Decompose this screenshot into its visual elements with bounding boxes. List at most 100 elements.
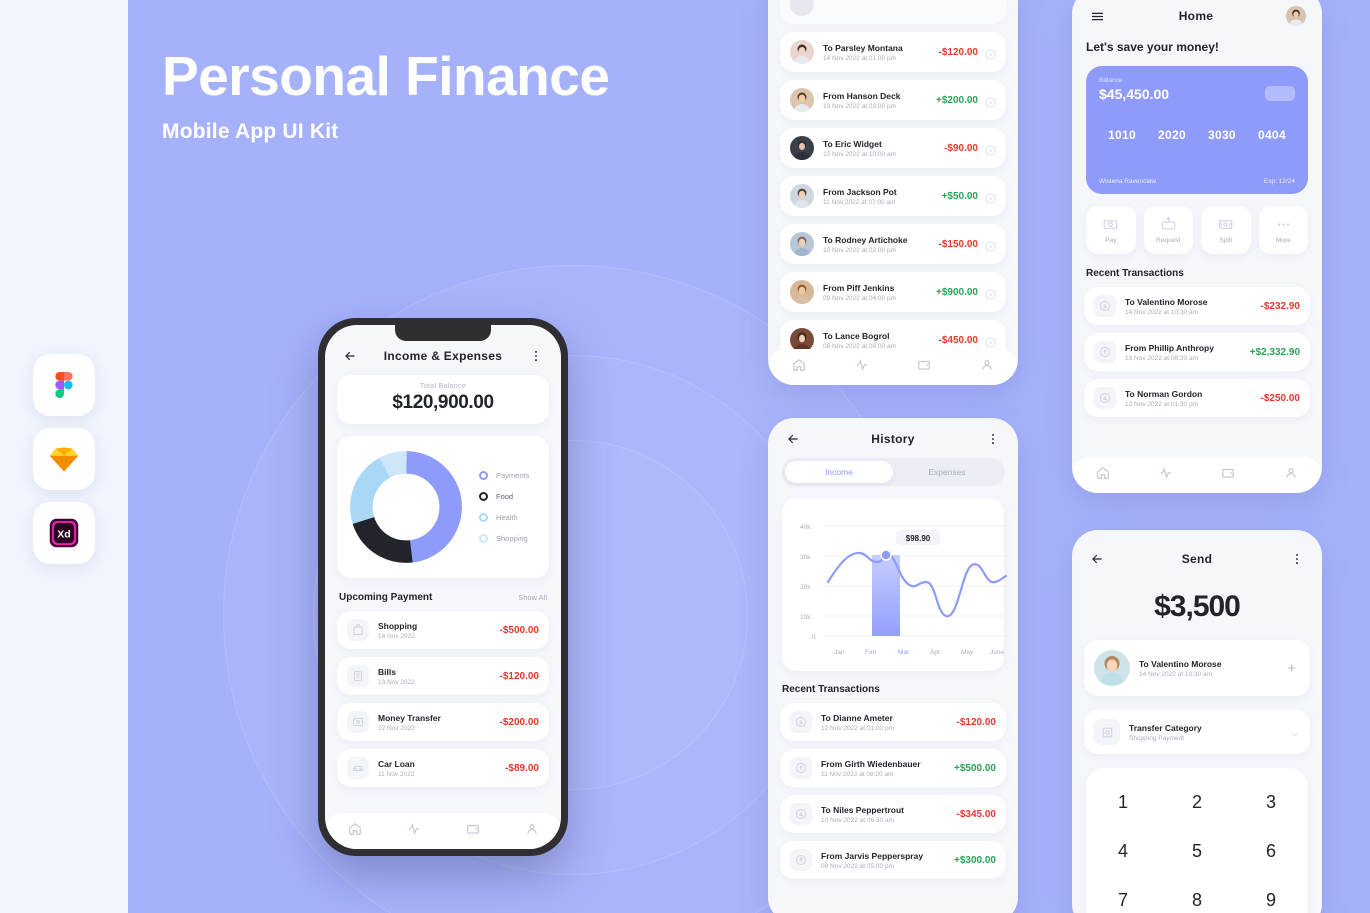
- transaction-date: 13 Nov 2022 at 08:20 am: [1125, 354, 1198, 362]
- legend-item[interactable]: Payments: [479, 471, 539, 480]
- chevron-right-icon[interactable]: [985, 335, 996, 348]
- legend-item[interactable]: Health: [479, 513, 539, 522]
- key-2[interactable]: 2: [1160, 778, 1234, 827]
- figma-icon[interactable]: [33, 354, 95, 416]
- key-5[interactable]: 5: [1160, 827, 1234, 876]
- activity-icon[interactable]: [1159, 466, 1173, 485]
- key-7[interactable]: 7: [1086, 876, 1160, 913]
- legend-label: Payments: [496, 471, 530, 480]
- home-icon[interactable]: [792, 358, 806, 377]
- table-row[interactable]: From Phillip Anthropy 13 Nov 2022 at 08:…: [1084, 333, 1310, 371]
- list-item[interactable]: Bills 13 Nov 2022 -$120.00: [337, 657, 549, 695]
- activity-icon[interactable]: [855, 358, 869, 377]
- transfer-category-row[interactable]: Transfer Category Shopping Payment: [1084, 710, 1310, 754]
- transaction-amount: -$120.00: [938, 46, 978, 58]
- key-4[interactable]: 4: [1086, 827, 1160, 876]
- wallet-icon[interactable]: [917, 358, 931, 377]
- key-6[interactable]: 6: [1234, 827, 1308, 876]
- chevron-right-icon[interactable]: [985, 143, 996, 156]
- transaction-amount: -$120.00: [956, 716, 996, 728]
- table-row[interactable]: To Eric Widget 12 Nov 2022 at 10:00 am -…: [780, 128, 1006, 168]
- key-9[interactable]: 9: [1234, 876, 1308, 913]
- transaction-date: 12 Nov 2022 at 01:30 pm: [1125, 400, 1198, 408]
- tab-expenses[interactable]: Expenses: [893, 461, 1001, 483]
- user-avatar[interactable]: [1285, 6, 1306, 26]
- action-label: Split: [1219, 236, 1233, 244]
- key-3[interactable]: 3: [1234, 778, 1308, 827]
- arrow-left-icon[interactable]: [341, 347, 359, 365]
- home-icon[interactable]: [1096, 466, 1110, 485]
- numeric-keypad: 1 2 3 4 5 6 7 8 9: [1086, 768, 1308, 913]
- transaction-date: 09 Nov 2022 at 05:00 pm: [821, 862, 894, 870]
- sketch-icon[interactable]: [33, 428, 95, 490]
- profile-icon[interactable]: [980, 358, 994, 377]
- avatar: [790, 40, 814, 64]
- wallet-icon[interactable]: [466, 822, 480, 841]
- chevron-right-icon[interactable]: [985, 47, 996, 60]
- adobe-xd-icon[interactable]: Xd: [33, 502, 95, 564]
- table-row[interactable]: To Parsley Montana 14 Nov 2022 at 01:00 …: [780, 32, 1006, 72]
- xtick-mar: Mar: [898, 649, 910, 656]
- xtick-feb: Feb: [865, 649, 877, 656]
- list-item[interactable]: Car Loan 11 Nov 2022 -$89.00: [337, 749, 549, 787]
- key-8[interactable]: 8: [1160, 876, 1234, 913]
- chevron-right-icon[interactable]: [985, 239, 996, 252]
- list-item-partial[interactable]: [780, 0, 1006, 24]
- table-row[interactable]: From Jarvis Pepperspray 09 Nov 2022 at 0…: [780, 841, 1006, 879]
- ytick-20k: 20k: [800, 584, 811, 591]
- activity-icon[interactable]: [407, 822, 421, 841]
- more-button[interactable]: More: [1258, 206, 1308, 254]
- recipient-row[interactable]: To Valentino Morose 14 Nov 2022 at 10:30…: [1084, 640, 1310, 696]
- chevron-right-icon[interactable]: [985, 95, 996, 108]
- avatar: [790, 0, 814, 16]
- transaction-date: 11 Nov 2022 at 07:00 am: [823, 198, 896, 206]
- tab-income[interactable]: Income: [785, 461, 893, 483]
- xtick-apr: Apr: [930, 649, 941, 656]
- transaction-amount: +$200.00: [936, 94, 978, 106]
- request-button[interactable]: Request: [1143, 206, 1193, 254]
- chevron-right-icon[interactable]: [985, 287, 996, 300]
- table-row[interactable]: From Girth Wiedenbauer 11 Nov 2022 at 08…: [780, 749, 1006, 787]
- table-row[interactable]: To Norman Gordon 12 Nov 2022 at 01:30 pm…: [1084, 379, 1310, 417]
- history-transactions-list: To Dianne Ameter 12 Nov 2022 at 01:00 pm…: [768, 703, 1018, 879]
- key-1[interactable]: 1: [1086, 778, 1160, 827]
- list-item[interactable]: Shopping 14 Nov 2022 -$500.00: [337, 611, 549, 649]
- list-item[interactable]: Money Transfer 12 Nov 2022 -$200.00: [337, 703, 549, 741]
- chevron-down-icon[interactable]: [1289, 727, 1300, 738]
- more-vertical-icon[interactable]: [1288, 550, 1306, 568]
- table-row[interactable]: To Dianne Ameter 12 Nov 2022 at 01:00 pm…: [780, 703, 1006, 741]
- avatar: [790, 232, 814, 256]
- table-row[interactable]: From Piff Jenkins 09 Nov 2022 at 04:00 p…: [780, 272, 1006, 312]
- legend-item[interactable]: Food: [479, 492, 539, 501]
- more-vertical-icon[interactable]: [527, 347, 545, 365]
- transaction-date: 13 Nov 2022 at 03:00 pm: [823, 102, 896, 110]
- wallet-icon[interactable]: [1221, 466, 1235, 485]
- hamburger-icon[interactable]: [1088, 7, 1106, 25]
- line-chart: 40k 30k 20k 10k 0 $98.90 Jan Feb Mar Apr…: [800, 524, 1008, 656]
- table-row[interactable]: To Valentino Morose 14 Nov 2022 at 10:30…: [1084, 287, 1310, 325]
- table-row[interactable]: From Hanson Deck 13 Nov 2022 at 03:00 pm…: [780, 80, 1006, 120]
- chevron-right-icon[interactable]: [985, 191, 996, 204]
- bottom-nav: [325, 813, 561, 849]
- table-row[interactable]: To Rodney Artichoke 10 Nov 2022 at 02:00…: [780, 224, 1006, 264]
- section-title: Recent Transactions: [1086, 268, 1184, 279]
- credit-card[interactable]: Balance $45,450.00 1010 2020 3030 0404 W…: [1086, 66, 1308, 194]
- card-expiry: Exp: 12/24: [1263, 178, 1295, 185]
- avatar: [790, 184, 814, 208]
- split-button[interactable]: Split: [1201, 206, 1251, 254]
- more-vertical-icon[interactable]: [984, 430, 1002, 448]
- action-label: Pay: [1105, 236, 1117, 244]
- arrow-left-icon[interactable]: [1088, 550, 1106, 568]
- legend-item[interactable]: Shopping: [479, 534, 539, 543]
- pay-button[interactable]: Pay: [1086, 206, 1136, 254]
- table-row[interactable]: To Niles Peppertrout 10 Nov 2022 at 06:3…: [780, 795, 1006, 833]
- plus-icon[interactable]: +: [1283, 660, 1300, 677]
- home-icon[interactable]: [348, 822, 362, 841]
- profile-icon[interactable]: [525, 822, 539, 841]
- recipient-name: To Valentino Morose: [1139, 658, 1222, 669]
- table-row[interactable]: From Jackson Pot 11 Nov 2022 at 07:00 am…: [780, 176, 1006, 216]
- arrow-left-icon[interactable]: [784, 430, 802, 448]
- page-title: Personal Finance: [162, 45, 610, 107]
- show-all-link[interactable]: Show All: [518, 593, 547, 602]
- profile-icon[interactable]: [1284, 466, 1298, 485]
